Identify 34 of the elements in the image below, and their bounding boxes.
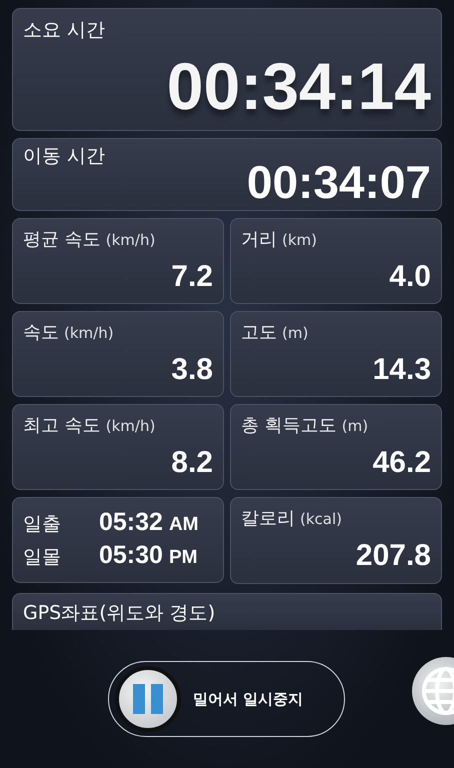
- pause-icon[interactable]: [115, 666, 181, 732]
- stat-unit: (km): [282, 231, 318, 249]
- stat-value: 4.0: [388, 261, 431, 293]
- stat-value: 8.2: [170, 447, 213, 479]
- time-suffix: AM: [168, 514, 199, 536]
- stat-unit: (kcal): [300, 510, 342, 528]
- slide-to-pause-slider[interactable]: 밀어서 일시중지: [108, 661, 345, 737]
- time-suffix: PM: [168, 547, 198, 569]
- moving-time: 00:34:07: [246, 159, 431, 205]
- sun-label: 일몰: [23, 545, 62, 570]
- sun-time: 05:32: [99, 508, 163, 537]
- card-title: 소요 시간: [23, 18, 106, 43]
- elapsed-time: 00:34:14: [166, 53, 431, 119]
- stat-label: 속도: [23, 322, 59, 343]
- stat-unit: (m): [282, 324, 308, 342]
- stat-value: 14.3: [372, 354, 431, 386]
- stat-label: 최고 속도: [23, 415, 101, 436]
- card-title: 이동 시간: [23, 145, 106, 167]
- stat-unit: (km/h): [64, 324, 114, 342]
- stat-unit: (km/h): [106, 417, 156, 435]
- stat-label: 총 획득고도: [241, 415, 337, 436]
- card-title: GPS좌표(위도와 경도): [23, 601, 216, 626]
- stat-label: 칼로리: [241, 508, 295, 529]
- stat-value: 207.8: [354, 540, 431, 572]
- stat-unit: (km/h): [106, 231, 156, 249]
- stat-label: 고도: [241, 322, 277, 343]
- stat-value: 7.2: [170, 261, 213, 293]
- stat-label: 거리: [241, 229, 277, 250]
- stat-value: 3.8: [170, 354, 213, 386]
- stat-label: 평균 속도: [23, 229, 101, 250]
- sun-time: 05:30: [99, 541, 163, 570]
- stat-unit: (m): [342, 417, 368, 435]
- stat-value: 46.2: [372, 447, 431, 479]
- sun-label: 일출: [23, 512, 62, 537]
